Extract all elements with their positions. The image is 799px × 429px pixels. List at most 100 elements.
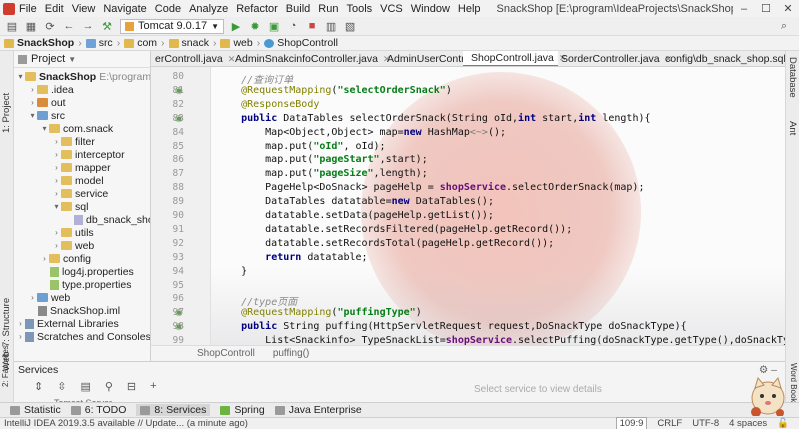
menu-window[interactable]: Window — [411, 3, 450, 15]
tree-item-web-package[interactable]: › web — [52, 239, 94, 252]
settings-icon[interactable]: ⚙ – — [759, 364, 777, 376]
project-panel-header[interactable]: Project ▼ — [14, 51, 150, 68]
code-line[interactable]: } — [217, 266, 247, 277]
tree-item-scratches[interactable]: › Scratches and Consoles — [16, 330, 150, 343]
tab-services[interactable]: 8: Services — [136, 404, 211, 416]
build-hammer-icon[interactable]: ⚒ — [100, 19, 114, 33]
menu-navigate[interactable]: Navigate — [103, 3, 146, 15]
coverage-icon[interactable]: ▣ — [267, 19, 281, 33]
filter-icon[interactable]: ⚲ — [105, 380, 113, 393]
tree-item-external-libraries[interactable]: › External Libraries — [16, 317, 119, 330]
tab-todo[interactable]: 6: TODO — [70, 404, 126, 416]
menu-run[interactable]: Run — [318, 3, 338, 15]
editor-crumb-class[interactable]: ShopControll — [197, 348, 255, 359]
request-mapping-gutter-icon[interactable]: ◉ — [175, 307, 183, 318]
breadcrumb-item-class[interactable]: ShopControll — [264, 37, 338, 49]
request-mapping-gutter-icon[interactable]: ◉ — [175, 113, 183, 124]
sync-icon[interactable]: ⟳ — [43, 19, 57, 33]
tab-spring[interactable]: Spring — [220, 404, 265, 416]
status-message[interactable]: IntelliJ IDEA 2019.3.5 available // Upda… — [4, 418, 616, 429]
editor-tab[interactable]: SorderController.java ✕ — [553, 51, 672, 66]
sdk-icon[interactable]: ▧ — [343, 19, 357, 33]
tree-item-src[interactable]: ▾ src — [28, 109, 65, 122]
code-line[interactable]: PageHelp<DoSnack> pageHelp = shopService… — [217, 182, 644, 193]
code-line[interactable]: return datatable; — [217, 252, 367, 263]
menu-build[interactable]: Build — [286, 3, 310, 15]
tree-item-type-properties[interactable]: type.properties — [50, 278, 131, 291]
minimize-icon[interactable]: – — [733, 3, 755, 15]
forward-icon[interactable]: → — [81, 19, 95, 33]
code-line[interactable]: public DataTables selectOrderSnack(Strin… — [217, 113, 650, 124]
back-icon[interactable]: ← — [62, 19, 76, 33]
project-structure-icon[interactable]: ▥ — [324, 19, 338, 33]
code-line[interactable]: datatable.setRecordsFiltered(pageHelp.ge… — [217, 224, 572, 235]
menu-vcs[interactable]: VCS — [380, 3, 403, 15]
search-icon[interactable]: ⌕ — [777, 19, 791, 33]
code-line[interactable]: Map<Object,Object> map=new HashMap<~>(); — [217, 127, 506, 138]
request-mapping-gutter-icon[interactable]: ◉ — [175, 85, 183, 96]
code-line[interactable]: datatable.setData(pageHelp.getList()); — [217, 210, 494, 221]
indent-setting[interactable]: 4 spaces — [729, 418, 767, 429]
tree-item-sql-file[interactable]: db_snack_shop.sql — [74, 213, 150, 226]
tree-item-mapper[interactable]: › mapper — [52, 161, 110, 174]
editor-tab-active[interactable]: ShopControll.java ✕ — [463, 51, 566, 66]
editor-tab[interactable]: AdminSnakcinfoController.java ✕ — [227, 51, 391, 66]
tree-item-out[interactable]: › out — [28, 96, 65, 109]
code-line[interactable]: DataTables datatable=new DataTables(); — [217, 196, 494, 207]
tab-java-enterprise[interactable]: Java Enterprise — [274, 404, 362, 416]
word-book-tool-tab[interactable]: Word Book — [789, 363, 798, 402]
menu-edit[interactable]: Edit — [45, 3, 64, 15]
tree-item-idea[interactable]: › .idea — [28, 83, 74, 96]
request-mapping-gutter-icon[interactable]: ◉ — [175, 321, 183, 332]
editor-tab[interactable]: config\db_snack_shop.sql — [657, 51, 785, 66]
tree-item-log4j[interactable]: log4j.properties — [50, 265, 134, 278]
menu-help[interactable]: Help — [458, 3, 481, 15]
tree-item-web[interactable]: › web — [28, 291, 70, 304]
tree-item-interceptor[interactable]: › interceptor — [52, 148, 124, 161]
code-line[interactable]: map.put("pageStart",start); — [217, 154, 428, 165]
profile-icon[interactable]: ◔ — [286, 19, 300, 33]
debug-icon[interactable]: ✹ — [248, 19, 262, 33]
editor-tab[interactable]: erControll.java ✕ — [151, 51, 235, 66]
tree-item-root[interactable]: ▾ SnackShopE:\program\IdeaProj — [16, 70, 150, 83]
menu-refactor[interactable]: Refactor — [236, 3, 278, 15]
file-encoding[interactable]: UTF-8 — [692, 418, 719, 429]
breadcrumb-item-project[interactable]: SnackShop › — [4, 37, 82, 49]
run-icon[interactable]: ▶ — [229, 19, 243, 33]
code-line[interactable]: @ResponseBody — [217, 99, 319, 110]
open-folder-icon[interactable]: ▤ — [5, 19, 19, 33]
code-line[interactable]: map.put("pageSize",length); — [217, 168, 428, 179]
expand-all-icon[interactable]: ⇕ — [34, 380, 43, 393]
save-all-icon[interactable]: ▦ — [24, 19, 38, 33]
menu-tools[interactable]: Tools — [346, 3, 372, 15]
menu-code[interactable]: Code — [155, 3, 181, 15]
collapse-all-icon[interactable]: ⇳ — [57, 380, 66, 393]
breadcrumb-item-web[interactable]: web › — [220, 37, 260, 49]
group-icon[interactable]: ▤ — [80, 380, 90, 393]
menu-analyze[interactable]: Analyze — [189, 3, 228, 15]
run-configuration-select[interactable]: Tomcat 9.0.17 ▼ — [120, 18, 225, 34]
project-tool-tab[interactable]: 1: Project — [1, 93, 12, 133]
code-line[interactable]: @RequestMapping("selectOrderSnack") — [217, 85, 452, 96]
favorites-tool-tab[interactable]: 2: Favorites — [1, 345, 10, 387]
tab-statistic[interactable]: Statistic — [10, 404, 61, 416]
editor-crumb-method[interactable]: puffing() — [273, 348, 310, 359]
code-line[interactable]: List<Snackinfo> TypeSnackList=shopServic… — [217, 335, 785, 345]
code-line[interactable]: map.put("oId", oId); — [217, 141, 385, 152]
breadcrumb-item-com[interactable]: com › — [124, 37, 165, 49]
close-icon[interactable]: ✕ — [777, 2, 799, 15]
structure-tool-tab[interactable]: 7: Structure — [1, 298, 12, 347]
stop-icon[interactable]: ■ — [305, 19, 319, 33]
code-line[interactable]: @RequestMapping("puffingType") — [217, 307, 422, 318]
tree-item-iml[interactable]: SnackShop.iml — [38, 304, 120, 317]
code-line[interactable]: datatable.setRecordsTotal(pageHelp.getRe… — [217, 238, 554, 249]
breadcrumb-item-src[interactable]: src › — [85, 37, 120, 49]
code-editor[interactable]: 80 81 82 83 84 85 86 87 88 89 90 91 92 93 94 95 96 97 98 99… — [151, 67, 785, 345]
tree-item-sql[interactable]: ▾ sql — [52, 200, 88, 213]
tree-item-config[interactable]: › config — [40, 252, 91, 265]
menu-file[interactable]: File — [19, 3, 37, 15]
code-line[interactable]: //查询订单 — [217, 71, 293, 86]
ant-tool-tab[interactable]: Ant — [787, 121, 798, 135]
add-service-icon[interactable]: + — [150, 380, 156, 393]
line-separator[interactable]: CRLF — [657, 418, 682, 429]
